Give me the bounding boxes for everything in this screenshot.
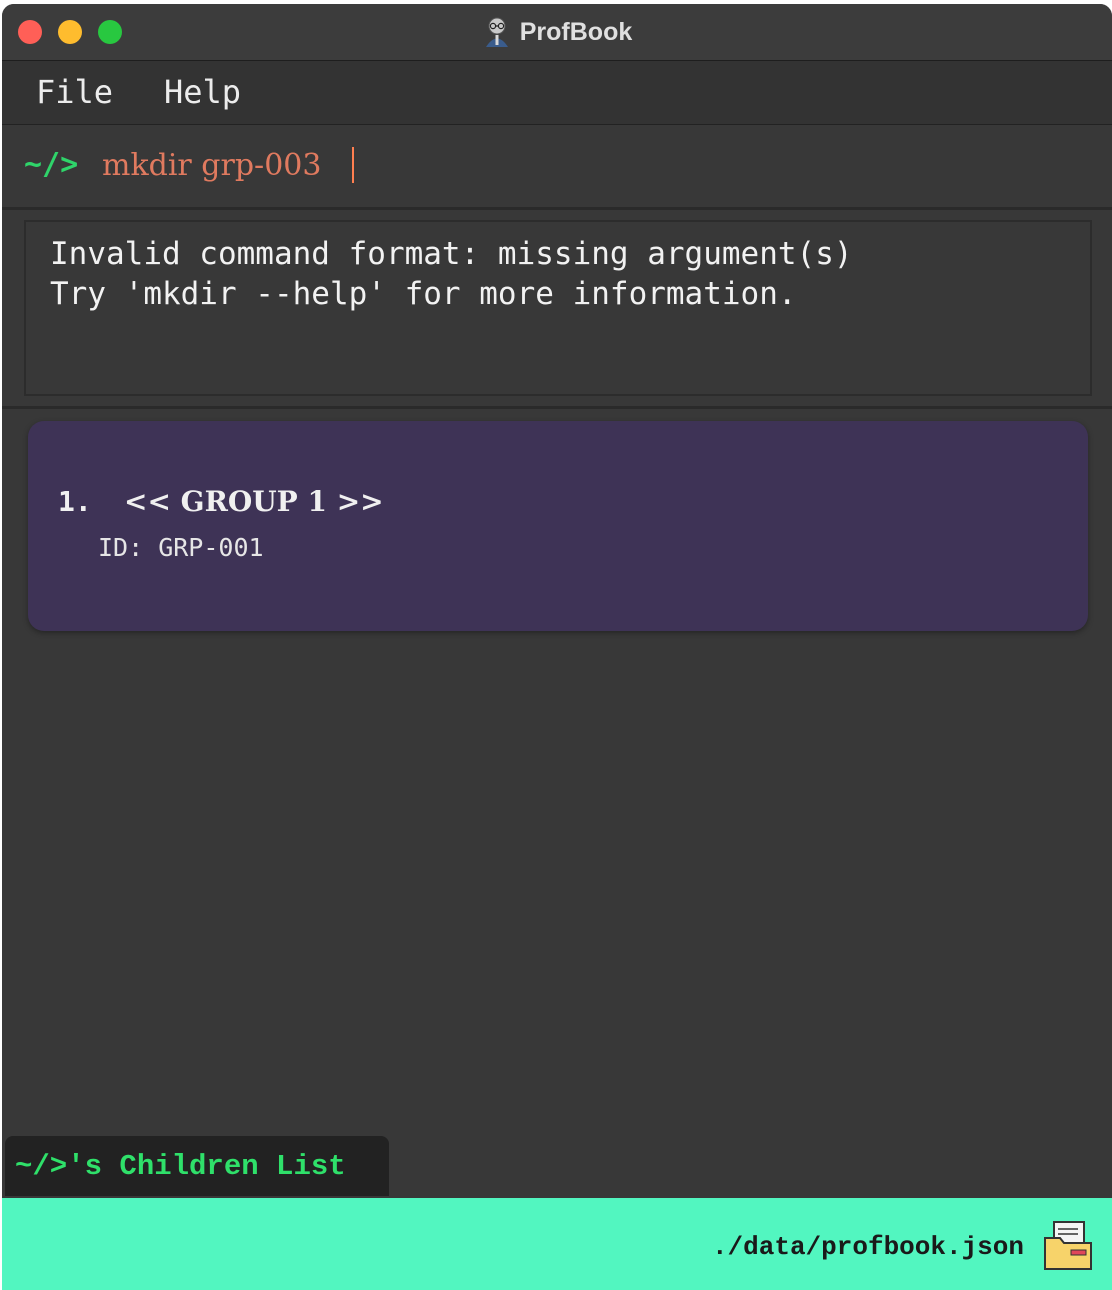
save-file-path: ./data/profbook.json <box>711 1232 1024 1262</box>
menu-help[interactable]: Help <box>164 73 241 111</box>
app-window: ProfBook File Help ~/> Invalid command f… <box>2 4 1112 1290</box>
window-title-group: ProfBook <box>2 14 1112 50</box>
item-name: << GROUP 1 >> <box>124 485 384 518</box>
item-index: 1. <box>58 485 92 518</box>
window-title: ProfBook <box>519 17 633 46</box>
menu-bar: File Help <box>2 61 1112 125</box>
list-item[interactable]: 1. << GROUP 1 >> ID: GRP-001 <box>28 421 1088 631</box>
children-list-tab: ~/>'s Children List <box>5 1136 389 1196</box>
menu-file[interactable]: File <box>36 73 113 111</box>
item-id: ID: GRP-001 <box>98 533 264 562</box>
professor-icon <box>485 17 508 47</box>
children-list[interactable]: 1. << GROUP 1 >> ID: GRP-001 <box>2 409 1112 1135</box>
children-list-label: ~/>'s Children List <box>15 1150 346 1183</box>
result-line: Invalid command format: missing argument… <box>50 236 853 272</box>
command-prompt: ~/> <box>24 147 79 182</box>
result-panel: Invalid command format: missing argument… <box>2 210 1112 409</box>
title-bar[interactable]: ProfBook <box>2 4 1112 61</box>
command-input[interactable] <box>102 145 1002 185</box>
result-line: Try 'mkdir --help' for more information. <box>50 276 797 312</box>
folder-icon <box>1044 1221 1092 1270</box>
result-display[interactable]: Invalid command format: missing argument… <box>24 220 1092 396</box>
status-bar: ./data/profbook.json <box>2 1198 1112 1290</box>
text-caret <box>352 147 354 183</box>
command-bar: ~/> <box>2 125 1112 210</box>
